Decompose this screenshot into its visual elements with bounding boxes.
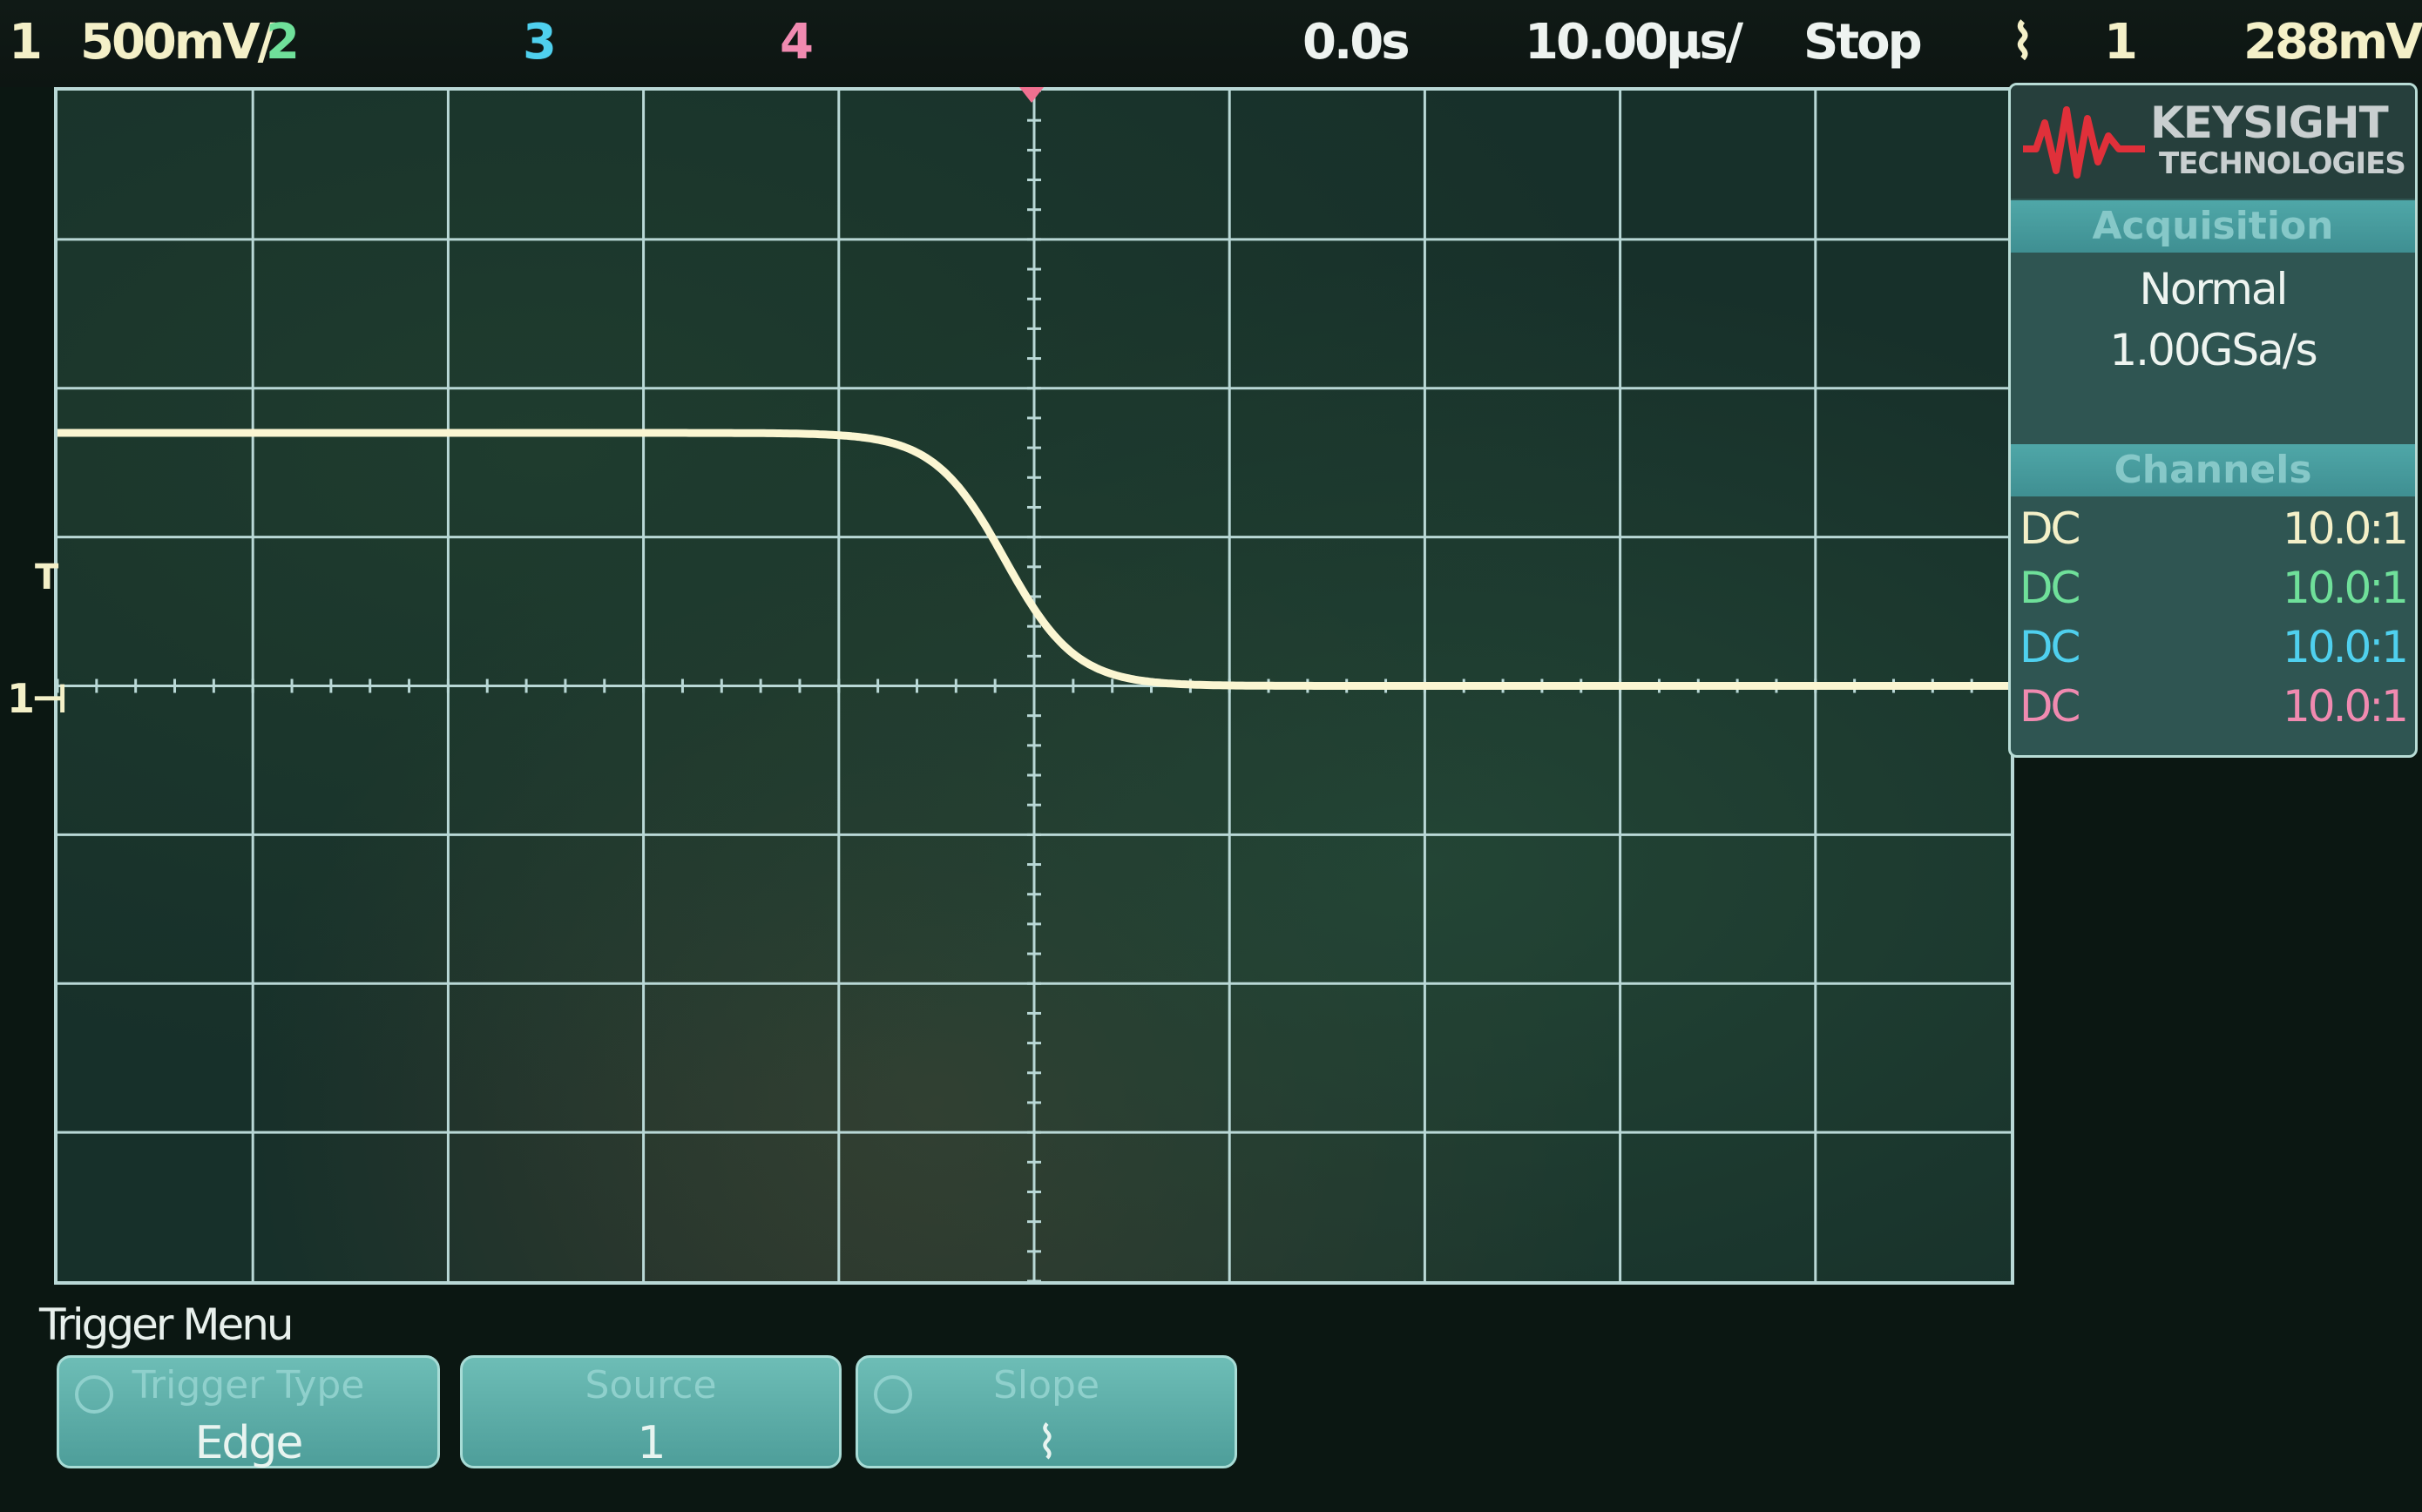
sample-rate: 1.00GSa/s: [2109, 325, 2317, 375]
softkey-source[interactable]: Source 1: [460, 1355, 842, 1469]
softkey-slope[interactable]: Slope ⌇: [856, 1355, 1237, 1469]
channel-row: DC 10.0:1: [2011, 622, 2415, 681]
channel-2-label[interactable]: 2: [266, 14, 300, 71]
trigger-source[interactable]: 1: [2104, 14, 2138, 71]
timebase[interactable]: 10.00µs/: [1525, 14, 1743, 71]
softkey-value: 1: [637, 1417, 666, 1469]
softkey-value: ⌇: [1036, 1417, 1058, 1469]
brand-subtitle: TECHNOLOGIES: [2159, 146, 2406, 181]
channel-1-scale[interactable]: 500mV/: [80, 14, 275, 71]
channel-coupling: DC: [2019, 622, 2080, 672]
horizontal-delay[interactable]: 0.0s: [1302, 14, 1411, 71]
trigger-level[interactable]: 288mV: [2243, 14, 2422, 71]
channel-coupling: DC: [2019, 503, 2080, 554]
waveform-graticule[interactable]: [54, 87, 2014, 1285]
softkey-trigger-type[interactable]: Trigger Type Edge: [57, 1355, 440, 1469]
softkey-label: Slope: [992, 1363, 1100, 1407]
channel-row: DC 10.0:1: [2011, 681, 2415, 740]
channel-probe-ratio: 10.0:1: [2283, 681, 2409, 732]
channel-probe-ratio: 10.0:1: [2283, 503, 2409, 554]
acquisition-mode: Normal: [2139, 264, 2289, 314]
softkey-label: Trigger Type: [132, 1363, 365, 1407]
keysight-logo: KEYSIGHT TECHNOLOGIES: [2011, 85, 2415, 199]
brand-name: KEYSIGHT: [2150, 98, 2389, 148]
status-bar: 1 500mV/ 2 3 4 0.0s 10.00µs/ Stop ⌇ 1 28…: [0, 0, 2422, 87]
channel-row: DC 10.0:1: [2011, 563, 2415, 622]
keysight-wave-icon: [2023, 106, 2145, 179]
channel-coupling: DC: [2019, 563, 2080, 613]
trigger-edge-icon: ⌇: [2011, 14, 2034, 71]
channel-probe-ratio: 10.0:1: [2283, 563, 2409, 613]
channel-1-label[interactable]: 1: [9, 14, 43, 71]
channel-3-label[interactable]: 3: [523, 14, 557, 71]
channel-1-ground-marker[interactable]: 1⊣: [7, 675, 68, 722]
channel-probe-ratio: 10.0:1: [2283, 622, 2409, 672]
run-state: Stop: [1803, 14, 1923, 71]
acquisition-header[interactable]: Acquisition: [2011, 200, 2415, 253]
side-info-panel: KEYSIGHT TECHNOLOGIES Acquisition Normal…: [2008, 83, 2418, 758]
softkey-label: Source: [585, 1363, 717, 1407]
graticule-svg: [58, 91, 2011, 1281]
trigger-level-marker: T: [35, 557, 59, 597]
channel-4-label[interactable]: 4: [780, 14, 814, 71]
menu-title: Trigger Menu: [39, 1299, 294, 1350]
channels-header[interactable]: Channels: [2011, 444, 2415, 496]
trigger-position-marker: [1019, 87, 1044, 103]
channel-coupling: DC: [2019, 681, 2080, 732]
channel-row: DC 10.0:1: [2011, 503, 2415, 563]
softkey-value: Edge: [194, 1417, 304, 1469]
